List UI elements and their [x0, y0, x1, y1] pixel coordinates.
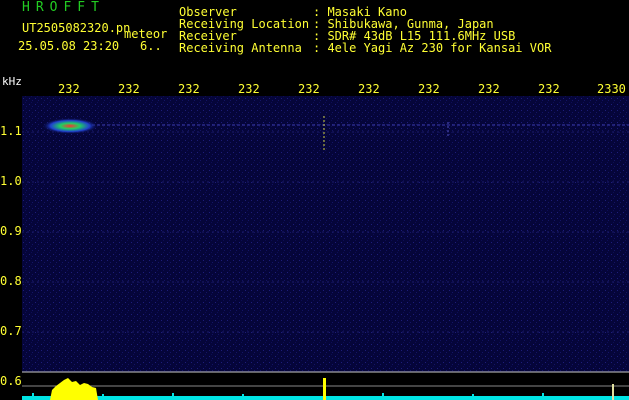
x-tick-label: 232 — [58, 82, 80, 96]
antenna-label: Receiving Antenna — [179, 41, 302, 55]
y-tick-label: 0.6 — [0, 374, 22, 388]
y-tick-label: 0.7 — [0, 324, 22, 338]
y-tick-label: 1.0 — [0, 174, 22, 188]
spectrogram-background — [22, 96, 629, 372]
antenna-value: : 4ele Yagi Az 230 for Kansai VOR — [313, 41, 552, 55]
x-tick-label: 232 — [118, 82, 140, 96]
y-tick-label: 0.8 — [0, 274, 22, 288]
spectrogram-plot — [22, 96, 629, 400]
app-title: HROFFT — [22, 0, 105, 15]
y-tick-label: 1.1 — [0, 124, 22, 138]
x-tick-label: 232 — [178, 82, 200, 96]
x-tick-label: 232 — [418, 82, 440, 96]
y-axis-unit: kHz — [2, 75, 22, 88]
x-tick-label: 232 — [538, 82, 560, 96]
x-tick-label: 232 — [298, 82, 320, 96]
x-tick-label: 2330 — [597, 82, 626, 96]
spectrum-peak — [50, 378, 98, 400]
x-tick-label: 232 — [358, 82, 380, 96]
meteor-count: 6.. — [140, 39, 162, 53]
image-filename: UT2505082320.pn — [22, 21, 131, 35]
x-tick-label: 232 — [238, 82, 260, 96]
meteor-echo — [42, 118, 98, 134]
y-tick-label: 0.9 — [0, 224, 22, 238]
spectrum-spike — [612, 384, 614, 400]
spectrum-spike — [323, 378, 326, 400]
x-tick-label: 232 — [478, 82, 500, 96]
observation-datetime: 25.05.08 23:20 — [18, 39, 120, 53]
